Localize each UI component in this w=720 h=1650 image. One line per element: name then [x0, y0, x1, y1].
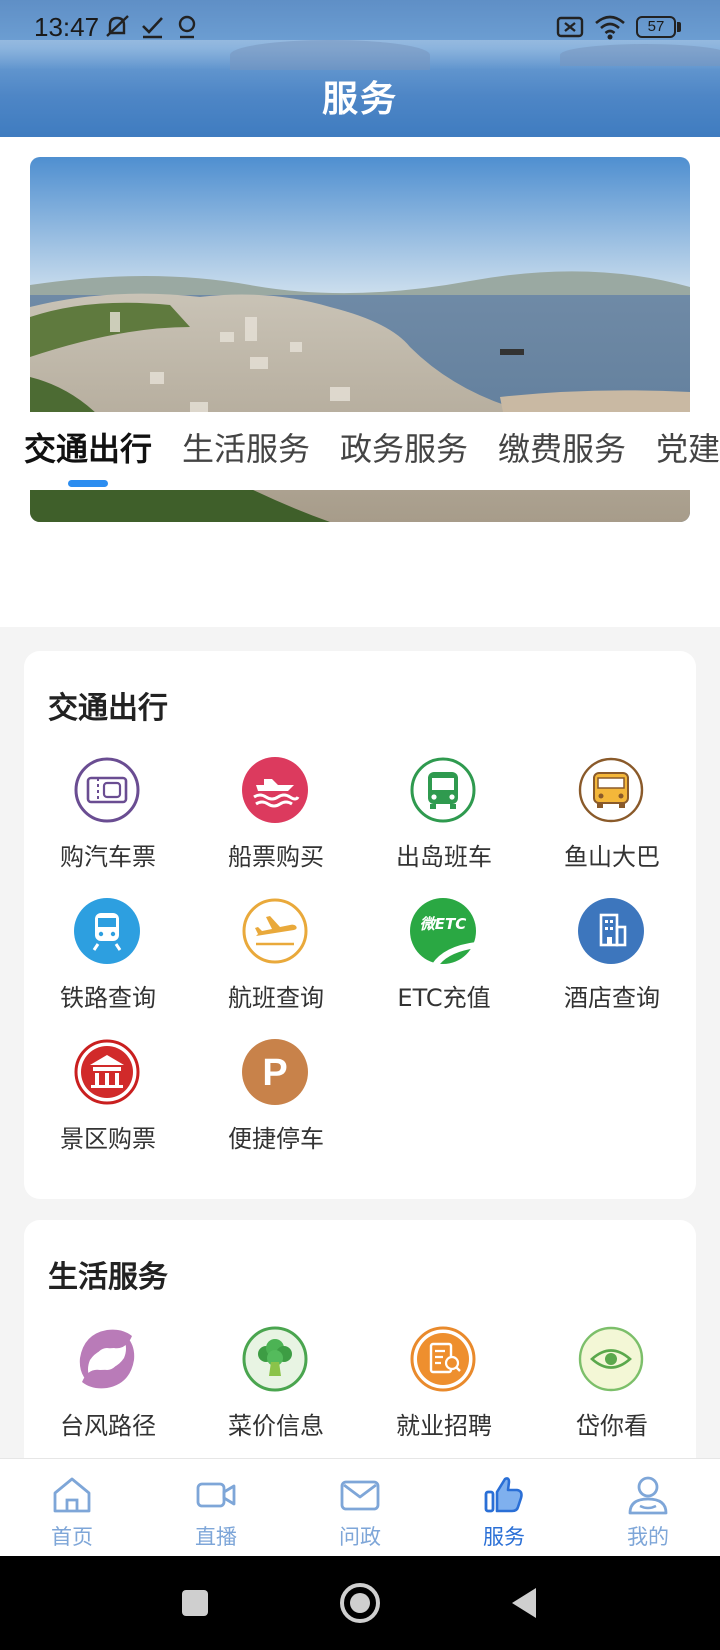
- nav-label: 首页: [51, 1525, 93, 1549]
- service-label: 菜价信息: [228, 1412, 324, 1440]
- service-item-yushan-coach[interactable]: 鱼山大巴: [528, 757, 696, 877]
- section-card-traffic: 交通出行 购汽车票 船票购买 出岛班车 鱼山大巴 铁路查询 航班查询 微ETC …: [24, 651, 696, 1199]
- vegetable-icon: [242, 1326, 308, 1392]
- battery-tip: [677, 22, 681, 32]
- service-item-jobs[interactable]: 就业招聘: [360, 1326, 528, 1446]
- service-item-railway[interactable]: 铁路查询: [24, 898, 192, 1018]
- etc-icon: 微ETC: [410, 898, 476, 964]
- battery-level: 57: [647, 18, 665, 35]
- service-item-island-bus[interactable]: 出岛班车: [360, 757, 528, 877]
- tab-life[interactable]: 生活服务: [182, 424, 310, 470]
- mute-icon: [106, 15, 129, 37]
- page-title: 服务: [321, 79, 398, 120]
- service-item-ship-ticket[interactable]: 船票购买: [192, 757, 360, 877]
- scenic-icon: [74, 1039, 140, 1105]
- service-label: 台风路径: [60, 1412, 156, 1440]
- back-icon[interactable]: [500, 1578, 550, 1628]
- banner-area: [0, 137, 720, 627]
- service-label: 航班查询: [228, 984, 324, 1012]
- video-icon: [196, 1482, 236, 1508]
- service-item-scenic-ticket[interactable]: 景区购票: [24, 1039, 192, 1159]
- download-done-icon: [142, 17, 163, 39]
- nav-label: 服务: [483, 1525, 525, 1549]
- tab-traffic[interactable]: 交通出行: [24, 424, 152, 470]
- service-label: 鱼山大巴: [564, 843, 660, 871]
- service-item-parking[interactable]: P 便捷停车: [192, 1039, 360, 1159]
- tab-party[interactable]: 党建: [656, 424, 720, 470]
- service-label: 船票购买: [228, 843, 324, 871]
- mail-icon: [340, 1480, 380, 1511]
- recent-apps-icon[interactable]: [170, 1578, 220, 1628]
- home-icon: [53, 1477, 91, 1513]
- status-bar: 13:47 57: [0, 0, 720, 54]
- service-item-bus-ticket[interactable]: 购汽车票: [24, 757, 192, 877]
- status-time: 13:47: [34, 12, 100, 42]
- bus-icon: [410, 757, 476, 823]
- sim-off-icon: [556, 16, 584, 38]
- system-navigation-bar: [0, 1556, 720, 1650]
- service-item-vegetable-price[interactable]: 菜价信息: [192, 1326, 360, 1446]
- parking-icon-text: P: [262, 1052, 287, 1094]
- tab-payment[interactable]: 缴费服务: [498, 424, 626, 470]
- nav-label: 问政: [339, 1525, 381, 1549]
- user-icon: [628, 1476, 668, 1515]
- parking-icon: P: [242, 1039, 308, 1105]
- service-label: ETC充值: [397, 984, 491, 1012]
- nav-live[interactable]: 直播: [144, 1459, 288, 1557]
- train-icon: [74, 898, 140, 964]
- category-tabs: 交通出行 生活服务 政务服务 缴费服务 党建: [0, 412, 720, 490]
- service-label: 就业招聘: [396, 1412, 492, 1440]
- header: 13:47 57 服务: [0, 0, 720, 137]
- section-title: 交通出行: [48, 691, 168, 726]
- home-button-icon[interactable]: [335, 1578, 385, 1628]
- nav-mine[interactable]: 我的: [576, 1459, 720, 1557]
- bus-ticket-icon: [74, 757, 140, 823]
- service-label: 岱你看: [576, 1412, 648, 1440]
- service-label: 购汽车票: [60, 843, 156, 871]
- service-label: 景区购票: [60, 1125, 156, 1153]
- ship-icon: [242, 757, 308, 823]
- nav-home[interactable]: 首页: [0, 1459, 144, 1557]
- service-item-hotel[interactable]: 酒店查询: [528, 898, 696, 1018]
- typhoon-icon: [79, 1329, 135, 1389]
- coach-icon: [578, 757, 644, 823]
- hotel-icon: [578, 898, 644, 964]
- service-label: 便捷停车: [228, 1125, 324, 1153]
- wifi-icon: [595, 15, 625, 40]
- section-title: 生活服务: [48, 1260, 168, 1295]
- service-label: 酒店查询: [564, 984, 660, 1012]
- service-item-dai-ni-kan[interactable]: 岱你看: [528, 1326, 696, 1446]
- service-item-etc[interactable]: 微ETC ETC充值: [360, 898, 528, 1018]
- nav-service[interactable]: 服务: [432, 1459, 576, 1557]
- nav-inquiry[interactable]: 问政: [288, 1459, 432, 1557]
- thumbs-up-icon: [484, 1477, 523, 1513]
- tab-government[interactable]: 政务服务: [340, 424, 468, 470]
- service-label: 铁路查询: [60, 984, 156, 1012]
- nav-label: 直播: [195, 1525, 237, 1549]
- service-label: 出岛班车: [396, 843, 492, 871]
- etc-icon-text: 微ETC: [420, 915, 467, 933]
- plane-icon: [242, 898, 308, 964]
- eye-icon: [578, 1326, 644, 1392]
- bottom-nav: 首页 直播 问政 服务 我的: [0, 1458, 720, 1556]
- location-icon: [178, 15, 196, 39]
- tab-indicator: [68, 480, 108, 487]
- nav-label: 我的: [627, 1525, 669, 1549]
- service-item-typhoon[interactable]: 台风路径: [24, 1326, 192, 1446]
- section-card-life: 生活服务 台风路径 菜价信息 就业招聘 岱你看: [24, 1220, 696, 1480]
- job-icon: [410, 1326, 476, 1392]
- service-item-flight[interactable]: 航班查询: [192, 898, 360, 1018]
- battery-indicator: 57: [636, 16, 676, 38]
